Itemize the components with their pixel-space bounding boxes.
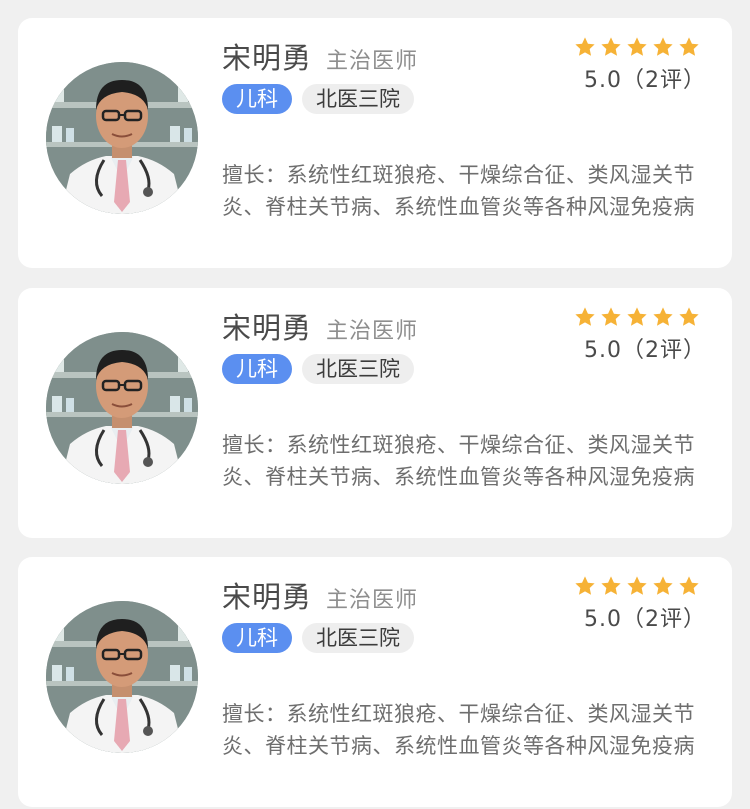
star-icon xyxy=(653,307,673,326)
doctor-avatar-image xyxy=(46,332,198,484)
doctor-card[interactable]: 宋明勇 主治医师 儿科 北医三院 5.0（2评） 擅长：系统性红斑狼疮、干燥综合… xyxy=(18,18,732,268)
doctor-name: 宋明勇 xyxy=(222,580,313,614)
star-icon xyxy=(601,37,621,56)
star-icon xyxy=(679,307,699,326)
doctor-name: 宋明勇 xyxy=(222,311,313,345)
star-icon xyxy=(575,307,595,326)
star-icon xyxy=(653,576,673,595)
star-icon xyxy=(575,37,595,56)
doctor-title: 主治医师 xyxy=(326,319,419,344)
rating-score: 5.0（2评） xyxy=(584,338,706,363)
doctor-specialty: 擅长：系统性红斑狼疮、干燥综合征、类风湿关节炎、脊柱关节病、系统性血管炎等各种风… xyxy=(222,163,695,219)
doctor-avatar xyxy=(46,62,198,214)
doctor-name: 宋明勇 xyxy=(222,41,313,75)
star-icon xyxy=(627,37,647,56)
star-icon xyxy=(627,307,647,326)
star-icon xyxy=(679,576,699,595)
doctor-specialty: 擅长：系统性红斑狼疮、干燥综合征、类风湿关节炎、脊柱关节病、系统性血管炎等各种风… xyxy=(222,702,695,758)
star-icon xyxy=(653,37,673,56)
doctor-title: 主治医师 xyxy=(326,588,419,613)
star-icon xyxy=(601,576,621,595)
hospital-tag: 北医三院 xyxy=(302,84,414,114)
rating-stars xyxy=(574,36,700,58)
star-icon xyxy=(627,576,647,595)
doctor-title: 主治医师 xyxy=(326,49,419,74)
rating-score: 5.0（2评） xyxy=(584,68,706,93)
doctor-avatar xyxy=(46,601,198,753)
department-tag: 儿科 xyxy=(222,354,292,384)
rating-stars xyxy=(574,575,700,597)
doctor-card[interactable]: 宋明勇 主治医师 儿科 北医三院 5.0（2评） 擅长：系统性红斑狼疮、干燥综合… xyxy=(18,288,732,538)
rating-score: 5.0（2评） xyxy=(584,607,706,632)
department-tag: 儿科 xyxy=(222,84,292,114)
star-icon xyxy=(601,307,621,326)
doctor-avatar-image xyxy=(46,601,198,753)
doctor-card[interactable]: 宋明勇 主治医师 儿科 北医三院 5.0（2评） 擅长：系统性红斑狼疮、干燥综合… xyxy=(18,557,732,807)
department-tag: 儿科 xyxy=(222,623,292,653)
star-icon xyxy=(575,576,595,595)
doctor-avatar-image xyxy=(46,62,198,214)
rating-stars xyxy=(574,306,700,328)
doctor-specialty: 擅长：系统性红斑狼疮、干燥综合征、类风湿关节炎、脊柱关节病、系统性血管炎等各种风… xyxy=(222,433,695,489)
doctor-list: 宋明勇 主治医师 儿科 北医三院 5.0（2评） 擅长：系统性红斑狼疮、干燥综合… xyxy=(0,0,750,809)
star-icon xyxy=(679,37,699,56)
hospital-tag: 北医三院 xyxy=(302,623,414,653)
doctor-avatar xyxy=(46,332,198,484)
hospital-tag: 北医三院 xyxy=(302,354,414,384)
